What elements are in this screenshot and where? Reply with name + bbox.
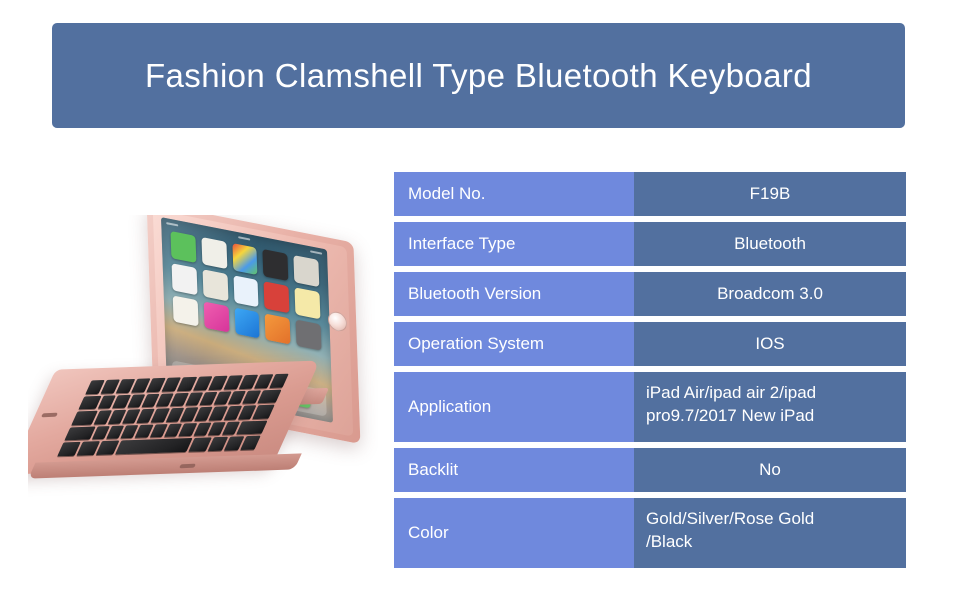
app-icon [262, 249, 289, 281]
table-row: Application iPad Air/ipad air 2/ipad pro… [394, 372, 906, 442]
app-icon [234, 306, 260, 339]
app-icon [170, 230, 197, 263]
table-row: Bluetooth Version Broadcom 3.0 [394, 272, 906, 316]
spec-label-model-no: Model No. [394, 172, 634, 216]
app-icon [293, 255, 320, 287]
app-icon [202, 268, 229, 301]
app-icon [171, 262, 198, 295]
spec-value-interface-type: Bluetooth [634, 222, 906, 266]
spec-value-line: pro9.7/2017 New iPad [646, 405, 815, 425]
product-illustration [28, 215, 378, 505]
spec-label-interface-type: Interface Type [394, 222, 634, 266]
spec-value-model-no: F19B [634, 172, 906, 216]
app-icon [232, 243, 258, 275]
page-title: Fashion Clamshell Type Bluetooth Keyboar… [144, 56, 812, 94]
app-icon [294, 287, 321, 319]
spec-value-line: iPad Air/ipad air 2/ipad [646, 383, 817, 402]
app-icon [172, 294, 199, 327]
spec-value-bluetooth-version: Broadcom 3.0 [634, 272, 906, 316]
spec-value-application: iPad Air/ipad air 2/ipad pro9.7/2017 New… [634, 372, 906, 442]
table-row: Operation System IOS [394, 322, 906, 366]
header-banner: Fashion Clamshell Type Bluetooth Keyboar… [52, 23, 905, 128]
spec-table: Model No. F19B Interface Type Bluetooth … [394, 172, 906, 574]
spec-label-application: Application [394, 372, 634, 442]
table-row: Color Gold/Silver/Rose Gold /Black [394, 498, 906, 568]
app-icon [203, 300, 230, 333]
app-icon [295, 319, 322, 351]
spec-value-color: Gold/Silver/Rose Gold /Black [634, 498, 906, 568]
spec-value-backlit: No [634, 448, 906, 492]
table-row: Model No. F19B [394, 172, 906, 216]
app-icon [263, 281, 290, 313]
app-icon [265, 313, 291, 345]
spec-label-backlit: Backlit [394, 448, 634, 492]
table-row: Interface Type Bluetooth [394, 222, 906, 266]
app-icon [233, 275, 259, 307]
keyboard-keys [54, 372, 291, 459]
table-row: Backlit No [394, 448, 906, 492]
spec-value-operation-system: IOS [634, 322, 906, 366]
app-icon-empty [205, 333, 231, 365]
spec-label-operation-system: Operation System [394, 322, 634, 366]
spec-value-line: /Black [646, 531, 693, 551]
app-icon [201, 236, 227, 269]
spec-value-line: Gold/Silver/Rose Gold [646, 509, 815, 528]
spec-label-bluetooth-version: Bluetooth Version [394, 272, 634, 316]
spec-label-color: Color [394, 498, 634, 568]
app-icon-empty [174, 327, 200, 359]
infographic-canvas: Fashion Clamshell Type Bluetooth Keyboar… [0, 0, 960, 600]
product-image [28, 215, 378, 505]
